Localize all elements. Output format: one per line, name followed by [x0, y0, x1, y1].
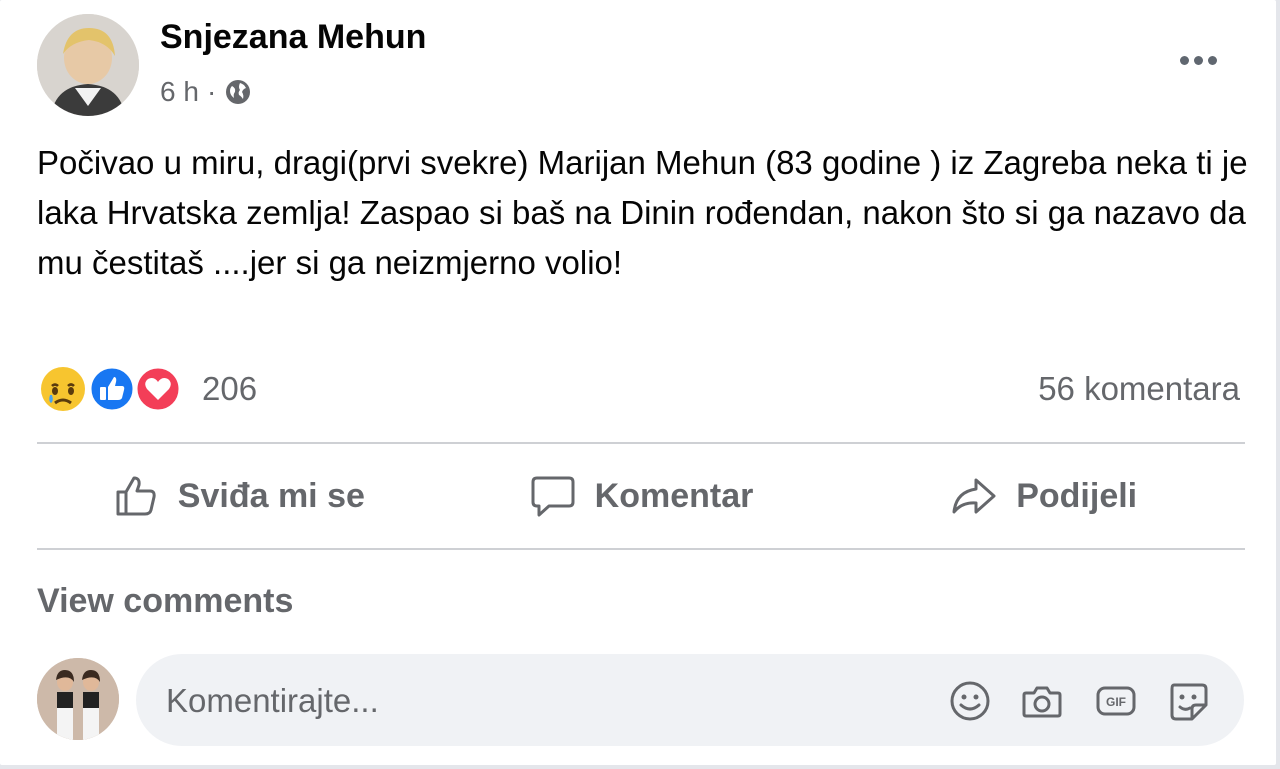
love-reaction-icon — [134, 365, 182, 413]
like-label: Sviđa mi se — [177, 476, 365, 515]
more-options-button[interactable] — [1168, 40, 1228, 80]
author-name[interactable]: Snjezana Mehun — [160, 18, 426, 57]
like-reaction-icon — [88, 365, 136, 413]
post-text: Počivao u miru, dragi(prvi svekre) Marij… — [37, 144, 1248, 281]
thumbs-up-icon — [116, 476, 156, 516]
comment-composer: GIF — [136, 654, 1244, 746]
author-avatar[interactable] — [37, 14, 139, 116]
emoji-icon[interactable] — [948, 679, 992, 723]
action-bar: Sviđa mi se Komentar Podijeli — [37, 446, 1245, 546]
share-arrow-icon — [952, 478, 996, 514]
more-dot — [1179, 55, 1189, 65]
post-meta: 6 h · — [160, 76, 252, 108]
divider — [37, 442, 1245, 444]
post-card: Snjezana Mehun 6 h · Počivao u miru, dra… — [0, 0, 1276, 765]
view-comments-link[interactable]: View comments — [37, 582, 293, 621]
share-label: Podijeli — [1016, 476, 1138, 515]
post-timestamp[interactable]: 6 h — [160, 76, 199, 108]
globe-icon — [226, 80, 251, 104]
reaction-count: 206 — [202, 370, 258, 407]
care-sad-emoji-icon — [41, 367, 85, 411]
sticker-icon[interactable] — [1166, 679, 1210, 723]
divider — [37, 548, 1245, 550]
gif-icon[interactable]: GIF — [1094, 679, 1138, 723]
comment-button[interactable]: Komentar — [440, 446, 843, 546]
more-dot — [1193, 55, 1203, 65]
reaction-icons — [38, 365, 184, 413]
comment-label: Komentar — [594, 476, 754, 515]
share-button[interactable]: Podijeli — [842, 446, 1245, 546]
reactions-summary[interactable]: 206 — [38, 365, 257, 413]
comment-bubble-icon — [531, 476, 575, 517]
current-user-avatar[interactable] — [37, 658, 119, 740]
more-dot — [1207, 55, 1217, 65]
comment-count-link[interactable]: 56 komentara — [1038, 370, 1240, 408]
svg-text:GIF: GIF — [1106, 695, 1126, 709]
meta-separator: · — [206, 76, 217, 107]
comment-input[interactable] — [164, 676, 928, 726]
like-button[interactable]: Sviđa mi se — [37, 446, 440, 546]
camera-icon[interactable] — [1020, 679, 1064, 723]
